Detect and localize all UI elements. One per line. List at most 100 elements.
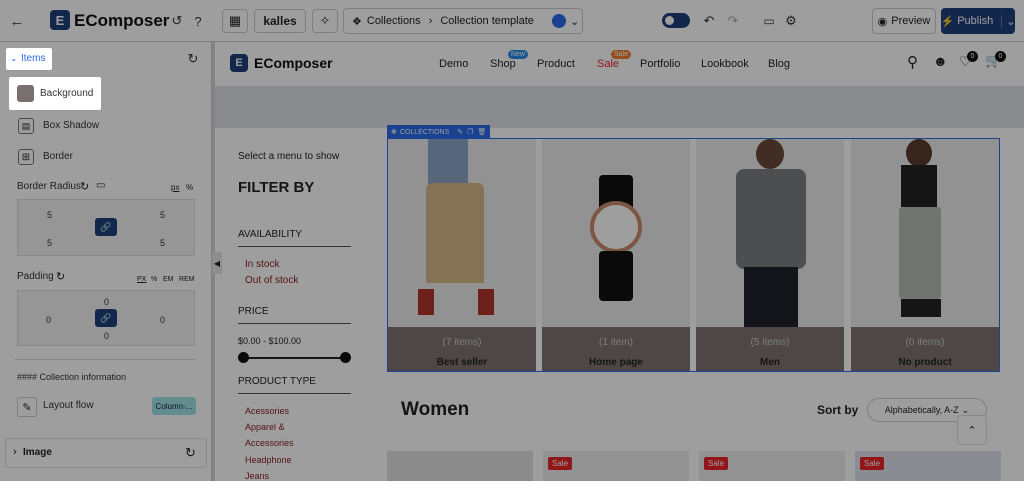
divider [14,359,196,360]
breadcrumb-parent[interactable]: Collections [367,15,421,27]
padding-left[interactable]: 0 [46,315,51,325]
collection-card-men[interactable]: (5 items) Men [696,327,844,371]
breadcrumb[interactable]: ❖ Collections › Collection template ⌄ [343,8,583,34]
border-radius-label: Border Radius [17,181,81,192]
radius-unit-px[interactable]: px [171,183,179,192]
collection-name: Men [760,357,780,368]
collapse-sidebar-handle[interactable]: ◀ [212,252,222,274]
site-logo-icon: E [230,54,248,72]
items-label: Items [21,53,46,64]
grid-icon[interactable]: ▦ [222,9,248,33]
type-headphone[interactable]: Headphone [245,455,292,465]
radius-link-icon[interactable]: 🔗 [95,218,117,236]
radius-bottom-right[interactable]: 5 [160,238,165,248]
delete-icon[interactable]: 🗑 [477,128,486,136]
edit-icon[interactable]: ✎ [457,128,463,136]
watch-strap [599,251,633,301]
collection-card-no-product[interactable]: (0 items) No product [851,327,999,371]
padding-link-icon[interactable]: 🔗 [95,309,117,327]
collection-image-home-page[interactable] [542,139,690,327]
nav-portfolio[interactable]: Portfolio [640,58,680,70]
dark-mode-toggle[interactable] [662,13,690,28]
radius-unit-percent[interactable]: % [186,183,193,192]
history-icon[interactable]: ↺ [166,10,188,32]
undo-icon[interactable]: ↶ [698,10,720,32]
padding-unit-rem[interactable]: REM [179,276,195,283]
nav-sale[interactable]: Sale [597,58,619,70]
back-arrow-icon[interactable]: ← [6,10,28,32]
help-icon[interactable]: ? [187,10,209,32]
filter-in-stock[interactable]: In stock [245,259,279,270]
collection-count: (7 items) [442,337,482,348]
bolt-icon: ⚡ [940,15,955,28]
desktop-icon[interactable]: ▭ [758,10,780,32]
radius-reset-icon[interactable]: ↻ [80,180,89,193]
figure-shirt [428,139,468,187]
padding-unit-em[interactable]: EM [163,276,174,283]
redo-icon[interactable]: ↷ [722,10,744,32]
figure-head [756,139,784,169]
radius-top-left[interactable]: 5 [47,210,52,220]
type-apparel[interactable]: Apparel & [245,422,285,432]
back-to-top-button[interactable]: ⌃ [957,415,987,445]
border-label[interactable]: Border [43,151,73,162]
app-name: EComposer [74,11,170,30]
figure-jeans [744,267,798,327]
collection-count: (5 items) [750,337,790,348]
theme-button[interactable]: kalles [254,9,306,33]
collection-card-home-page[interactable]: (1 item) Home page [542,327,690,371]
reset-image-icon[interactable]: ↻ [185,445,196,461]
type-accessories[interactable]: Accessories [245,438,294,448]
price-slider-min-handle[interactable] [238,352,249,363]
account-icon[interactable]: ☻ [933,53,948,69]
sale-nav-badge: Sale [611,50,632,59]
chevron-down-icon: ⌄ [961,404,970,415]
collection-image-men[interactable] [696,139,844,327]
settings-gear-icon[interactable]: ⚙ [780,10,802,32]
responsive-device-icon[interactable]: ▭ [96,180,105,191]
filter-menu-hint: Select a menu to show [238,151,340,162]
duplicate-icon[interactable]: ❐ [467,128,473,136]
tag-icon: ❖ [352,15,362,28]
padding-unit-px[interactable]: PX [137,276,146,283]
type-jeans[interactable]: Jeans [245,471,269,481]
padding-unit-percent[interactable]: % [151,276,157,283]
collection-image-no-product[interactable] [851,139,999,327]
figure-shoe [478,289,494,315]
move-icon[interactable]: ✥ [391,128,397,136]
search-icon[interactable]: ⚲ [907,53,918,71]
nav-shop[interactable]: Shop [490,58,516,70]
items-section-toggle[interactable]: ⌄ Items [6,48,52,70]
product-card[interactable] [387,451,533,481]
padding-right[interactable]: 0 [160,315,165,325]
filter-out-of-stock[interactable]: Out of stock [245,275,298,286]
publish-button[interactable]: ⚡ Publish ⌄ [940,8,1016,34]
publish-dropdown-icon[interactable]: ⌄ [1001,14,1016,28]
image-section[interactable]: › Image ↻ [5,438,207,468]
padding-reset-icon[interactable]: ↻ [56,270,65,283]
reset-items-icon[interactable]: ↻ [182,48,204,70]
radius-top-right[interactable]: 5 [160,210,165,220]
padding-top[interactable]: 0 [104,297,109,307]
radius-bottom-left[interactable]: 5 [47,238,52,248]
preview-button[interactable]: ◉ Preview [872,8,936,34]
site-logo[interactable]: EComposer [254,54,333,72]
top-bar: ← E EComposer ↺ ? ▦ kalles ✧ ❖ Collectio… [0,0,1024,42]
divider [238,323,351,324]
nav-lookbook[interactable]: Lookbook [701,58,749,70]
layout-flow-select[interactable]: Column-... [152,397,196,415]
type-acessories[interactable]: Acessories [245,406,289,416]
box-shadow-label[interactable]: Box Shadow [43,120,99,131]
nav-blog[interactable]: Blog [768,58,790,70]
price-slider-max-handle[interactable] [340,352,351,363]
padding-bottom[interactable]: 0 [104,331,109,341]
background-color-swatch[interactable] [17,85,34,102]
collection-info-heading: #### Collection information [17,372,127,382]
puzzle-icon[interactable]: ✧ [312,9,338,33]
nav-product[interactable]: Product [537,58,575,70]
collection-card-best-seller[interactable]: (7 items) Best seller [388,327,536,371]
chevron-down-icon: ⌄ [10,53,18,63]
nav-demo[interactable]: Demo [439,58,468,70]
collection-image-best-seller[interactable] [388,139,536,327]
background-option[interactable]: Background [9,77,101,110]
